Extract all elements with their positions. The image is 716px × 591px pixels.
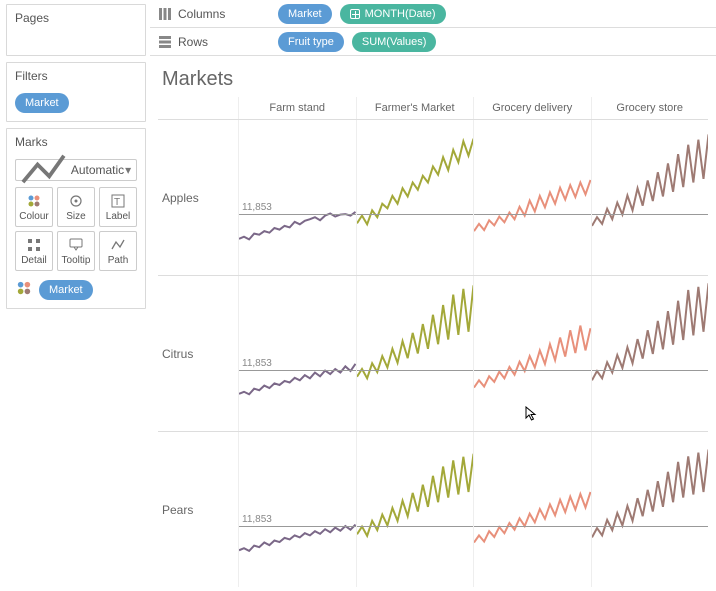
visualization: Markets ApplesCitrusPears Farm standFarm… [150,56,716,591]
marks-path-button[interactable]: Path [99,231,137,271]
row-header[interactable]: Apples [158,119,238,275]
columns-pill-month[interactable]: MONTH(Date) [340,4,446,24]
trellis-cell[interactable]: 11,853 [238,276,356,431]
trellis-cell[interactable] [356,276,474,431]
reference-line-label: 11,853 [242,358,272,369]
filters-panel-title: Filters [7,63,145,89]
column-headers: Farm standFarmer's MarketGrocery deliver… [238,97,708,119]
colour-encoding-icon [15,279,33,300]
pages-panel-title: Pages [7,5,145,31]
trellis-cell[interactable] [356,120,474,275]
marks-detail-button[interactable]: Detail [15,231,53,271]
plus-icon [350,9,360,19]
trellis-rows: 11,853 11,853 11,853 [238,119,708,587]
marks-type-label: Automatic [71,163,124,177]
mouse-cursor-icon [525,406,541,422]
trellis-cell[interactable] [473,432,591,587]
svg-text:T: T [114,197,120,208]
column-header[interactable]: Grocery delivery [473,97,591,119]
path-icon [110,237,126,253]
size-icon [68,193,84,209]
chevron-down-icon: ▾ [124,163,132,177]
marks-panel: Marks Automatic ▾ Colour Size [6,128,146,309]
marks-tooltip-button[interactable]: Tooltip [57,231,95,271]
trellis-cell[interactable]: 11,853 [238,120,356,275]
marks-colour-button[interactable]: Colour [15,187,53,227]
sidebar: Pages Filters Market Marks Automatic ▾ [0,0,150,591]
row-header[interactable]: Citrus [158,275,238,431]
reference-line-label: 11,853 [242,202,272,213]
columns-icon [158,7,172,21]
grid: Farm standFarmer's MarketGrocery deliver… [238,97,708,587]
columns-shelf-label: Columns [158,7,268,21]
trellis-cell[interactable] [473,120,591,275]
trellis-cell[interactable] [591,120,709,275]
reference-line-label: 11,853 [242,514,272,525]
columns-shelf[interactable]: Columns Market MONTH(Date) [150,0,716,28]
label-icon: T [110,193,126,209]
chart-area: ApplesCitrusPears Farm standFarmer's Mar… [158,97,708,587]
column-header[interactable]: Grocery store [591,97,709,119]
row-headers: ApplesCitrusPears [158,97,238,587]
trellis-cell[interactable]: 11,853 [238,432,356,587]
filters-panel: Filters Market [6,62,146,122]
column-header[interactable]: Farmer's Market [356,97,474,119]
rows-pill-fruit[interactable]: Fruit type [278,32,344,52]
marks-encoding-pill-market[interactable]: Market [39,280,93,300]
main-area: Columns Market MONTH(Date) Rows Fruit ty… [150,0,716,591]
viz-title[interactable]: Markets [162,68,708,91]
marks-encoding-row: Market [15,279,137,300]
trellis-cell[interactable] [591,276,709,431]
row-header[interactable]: Pears [158,431,238,587]
trellis-row: 11,853 [238,431,708,587]
marks-type-select[interactable]: Automatic ▾ [15,159,137,181]
tooltip-icon [68,237,84,253]
marks-label-button[interactable]: T Label [99,187,137,227]
trellis-cell[interactable] [356,432,474,587]
columns-pill-market[interactable]: Market [278,4,332,24]
colour-icon [26,193,42,209]
rows-icon [158,35,172,49]
trellis-row: 11,853 [238,275,708,431]
rows-shelf[interactable]: Rows Fruit type SUM(Values) [150,28,716,56]
detail-icon [26,237,42,253]
column-header[interactable]: Farm stand [238,97,356,119]
trellis-row: 11,853 [238,119,708,275]
filter-pill-market[interactable]: Market [15,93,69,113]
marks-size-button[interactable]: Size [57,187,95,227]
rows-shelf-label: Rows [158,35,268,49]
trellis-cell[interactable] [591,432,709,587]
rows-pill-sum[interactable]: SUM(Values) [352,32,437,52]
pages-panel: Pages [6,4,146,56]
